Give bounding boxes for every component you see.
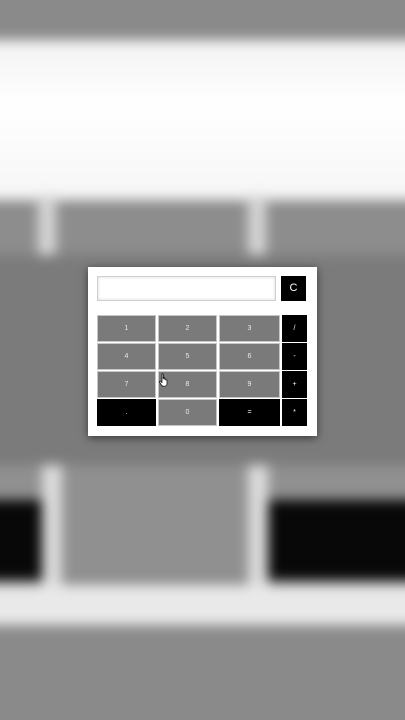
- key-6[interactable]: 6: [219, 343, 280, 370]
- key-3[interactable]: 3: [219, 315, 280, 342]
- key-4[interactable]: 4: [97, 343, 156, 370]
- key-1[interactable]: 1: [97, 315, 156, 342]
- key-9[interactable]: 9: [219, 371, 280, 398]
- clear-button[interactable]: C: [281, 276, 306, 301]
- key-5[interactable]: 5: [158, 343, 217, 370]
- key-multiply[interactable]: *: [282, 399, 307, 426]
- key-minus[interactable]: -: [282, 343, 307, 370]
- calculator-panel: C 1 2 3/4 5 6-7 8 9 +. 0 = *: [88, 267, 317, 436]
- key-2[interactable]: 2: [158, 315, 217, 342]
- screen: C 1 2 3/4 5 6-7 8 9 +. 0 = *: [0, 0, 405, 720]
- key-plus[interactable]: +: [282, 371, 307, 398]
- calculator-display[interactable]: [97, 276, 276, 301]
- key-divide[interactable]: /: [282, 315, 307, 342]
- key-decimal[interactable]: .: [97, 399, 156, 426]
- key-0[interactable]: 0: [158, 399, 217, 426]
- keypad: 1 2 3/4 5 6-7 8 9 +. 0 = *: [97, 315, 307, 427]
- hand-pointer-icon: [159, 373, 168, 387]
- key-7[interactable]: 7: [97, 371, 156, 398]
- key-equals[interactable]: =: [219, 399, 280, 426]
